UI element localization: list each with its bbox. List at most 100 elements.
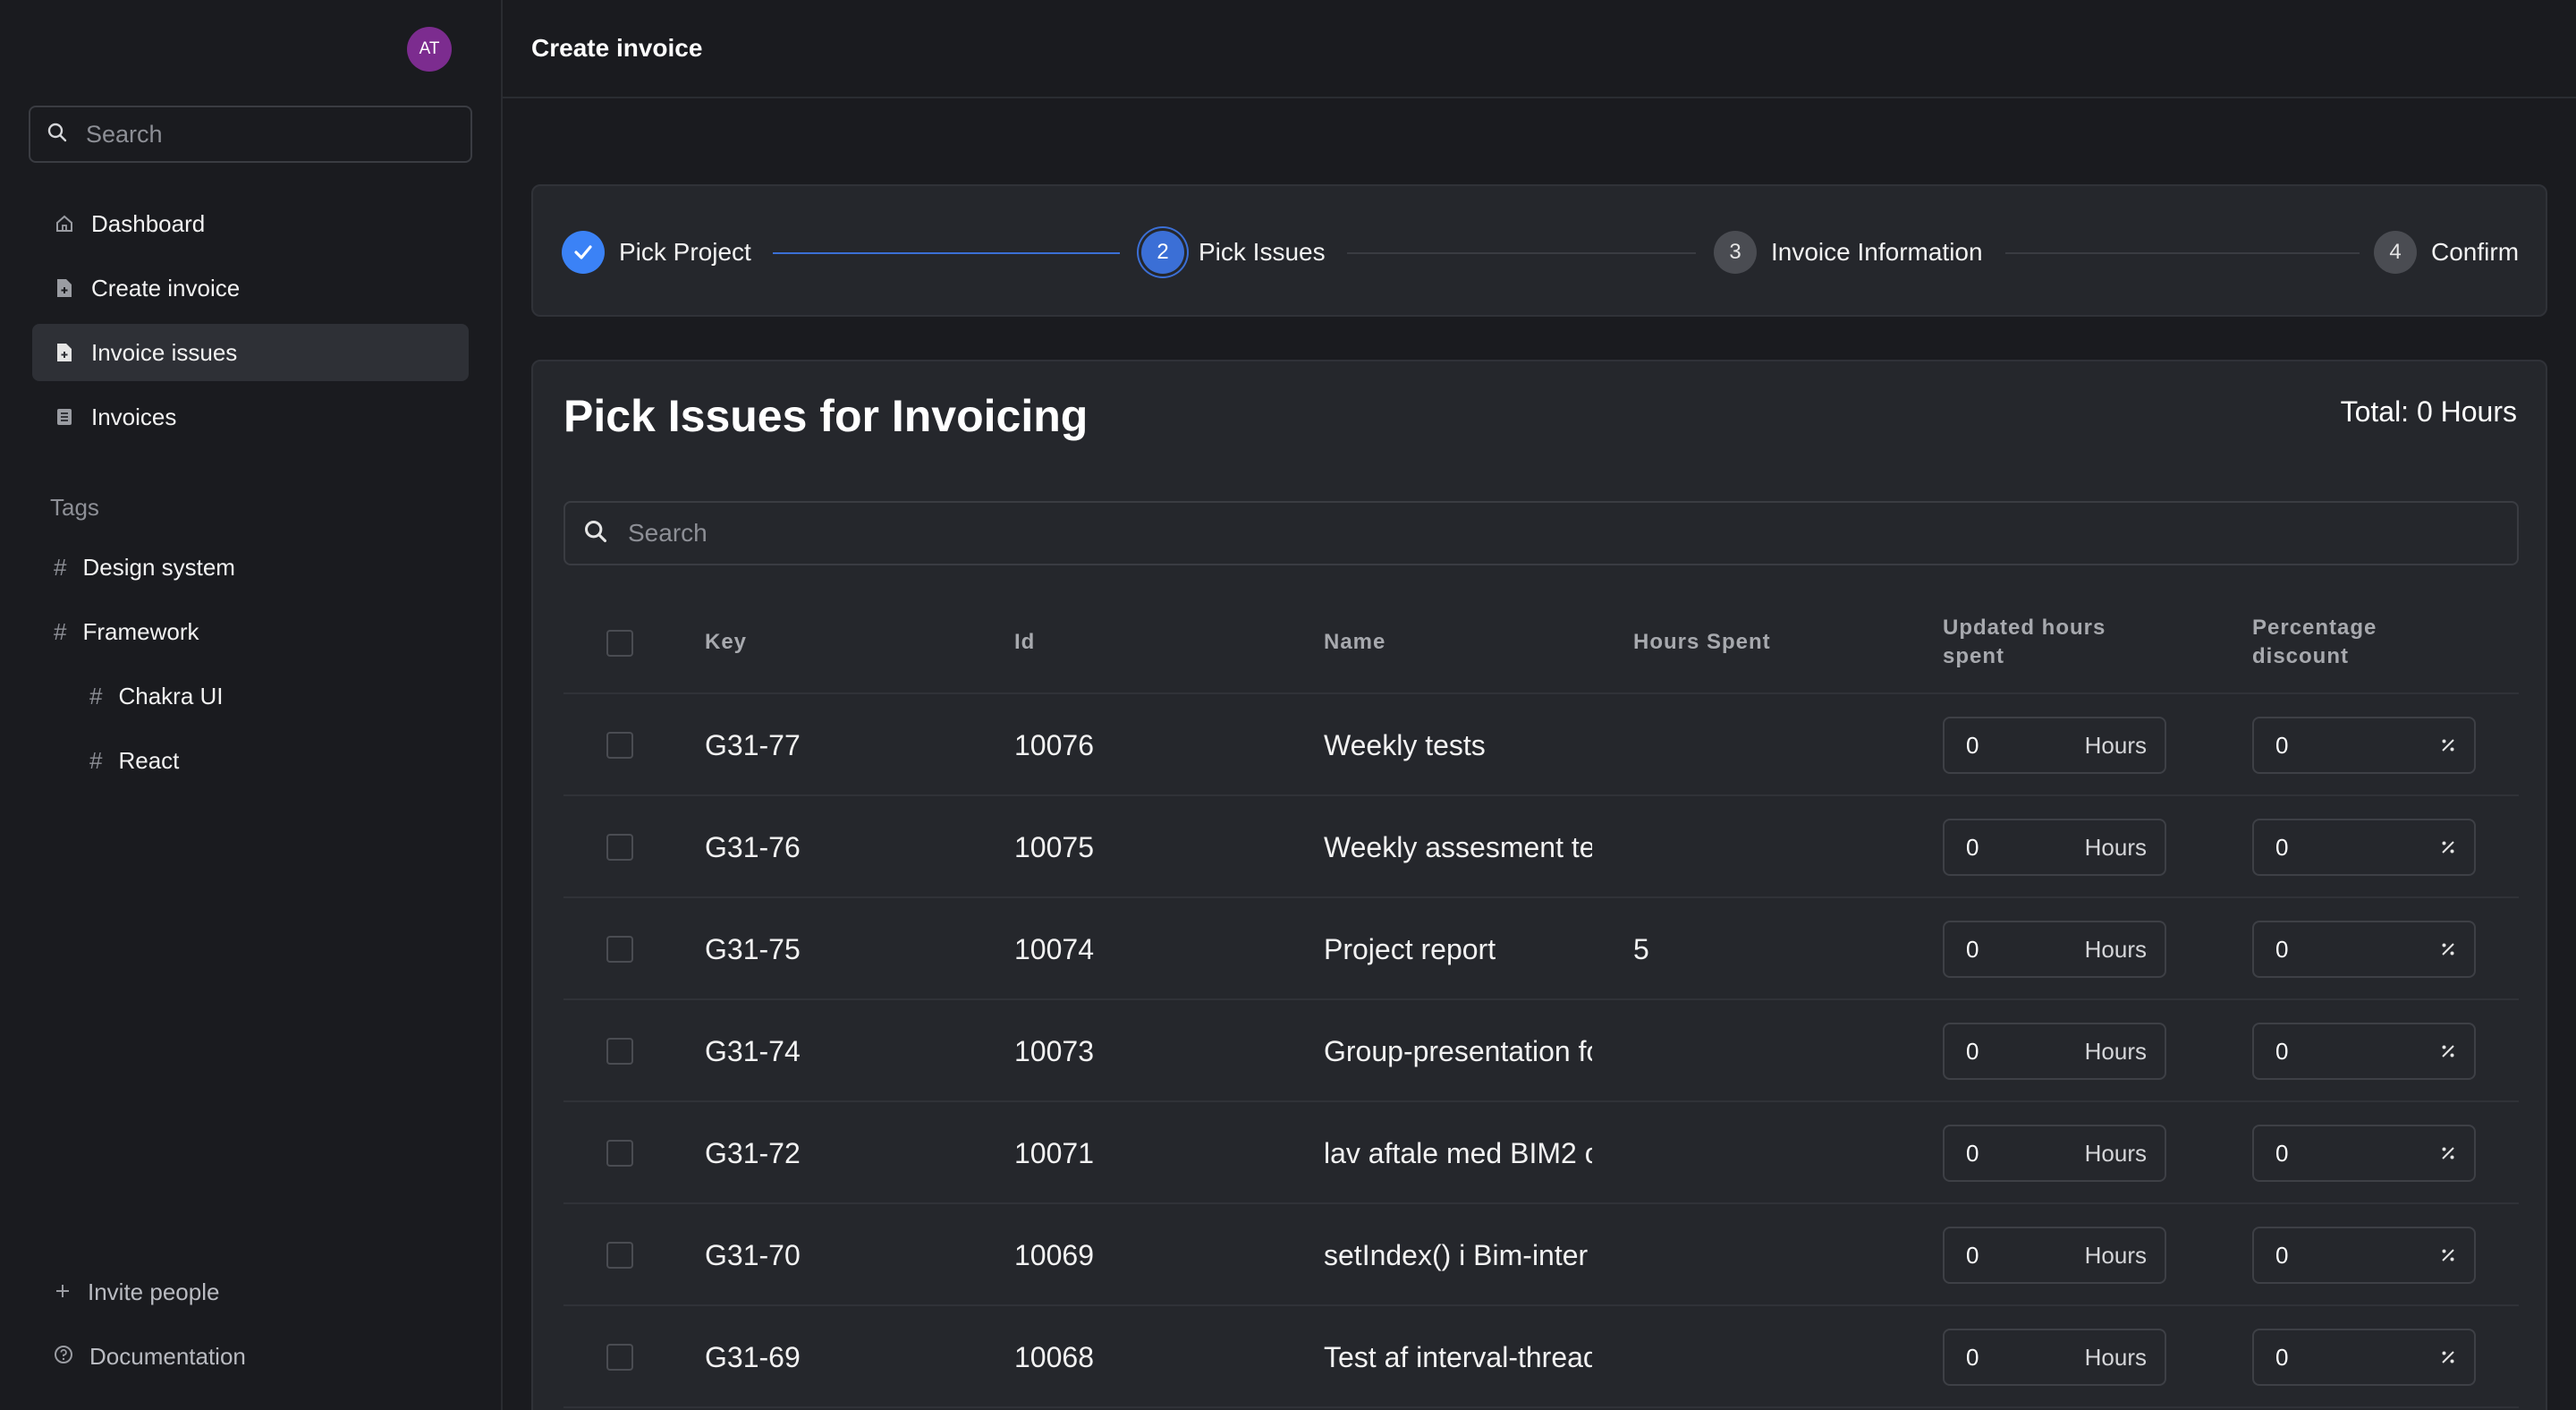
tag-label: Design system <box>82 553 235 581</box>
issues-search-input[interactable]: Search <box>564 501 2519 565</box>
cell-key: G31-69 <box>705 1341 801 1373</box>
header-line: discount <box>2252 644 2349 668</box>
hours-unit: Hours <box>2084 833 2147 861</box>
file-plus-icon <box>54 277 75 299</box>
cell-name: lav aftale med BIM2 o <box>1324 1137 1592 1169</box>
updated-hours-input[interactable]: 0 Hours <box>1943 1227 2166 1284</box>
updated-hours-input[interactable]: 0 Hours <box>1943 921 2166 978</box>
hash-icon: # <box>54 617 67 645</box>
cell-name: Project report <box>1324 933 1496 965</box>
top-header: Create invoice <box>503 0 2576 98</box>
row-divider <box>564 1100 2519 1102</box>
cell-id: 10076 <box>1014 729 1094 761</box>
tag-chakra-ui[interactable]: # Chakra UI <box>89 674 224 718</box>
row-checkbox[interactable] <box>606 1140 633 1167</box>
discount-value: 0 <box>2275 1343 2289 1371</box>
hours-unit: Hours <box>2084 1343 2147 1371</box>
tag-react[interactable]: # React <box>89 738 179 783</box>
stepper: Pick Project 2 Pick Issues 3 Invoice Inf… <box>531 184 2547 317</box>
row-checkbox[interactable] <box>606 1038 633 1065</box>
discount-value: 0 <box>2275 935 2289 963</box>
percentage-discount-input[interactable]: 0 <box>2252 1023 2476 1080</box>
tag-framework[interactable]: # Framework <box>54 609 199 654</box>
percent-icon <box>2440 1242 2456 1270</box>
updated-hours-input[interactable]: 0 Hours <box>1943 1329 2166 1386</box>
total-hours: Total: 0 Hours <box>2340 395 2517 428</box>
column-header-id: Id <box>1014 630 1036 654</box>
nav-item-invoices[interactable]: Invoices <box>32 388 469 446</box>
discount-value: 0 <box>2275 1241 2289 1269</box>
nav-item-dashboard[interactable]: Dashboard <box>32 195 469 252</box>
tag-label: Chakra UI <box>118 682 224 709</box>
sidebar-search[interactable]: Search <box>29 106 472 163</box>
home-icon <box>54 213 75 234</box>
column-header-name: Name <box>1324 630 1386 654</box>
hash-icon: # <box>54 553 67 581</box>
tag-design-system[interactable]: # Design system <box>54 545 235 590</box>
percentage-discount-input[interactable]: 0 <box>2252 1227 2476 1284</box>
updated-hours-value: 0 <box>1966 833 1979 861</box>
hours-unit: Hours <box>2084 1037 2147 1065</box>
updated-hours-input[interactable]: 0 Hours <box>1943 717 2166 774</box>
search-placeholder: Search <box>628 519 708 547</box>
updated-hours-input[interactable]: 0 Hours <box>1943 1023 2166 1080</box>
nav-item-create-invoice[interactable]: Create invoice <box>32 259 469 317</box>
row-checkbox[interactable] <box>606 834 633 861</box>
percentage-discount-input[interactable]: 0 <box>2252 717 2476 774</box>
row-divider <box>564 1202 2519 1204</box>
percentage-discount-input[interactable]: 0 <box>2252 1125 2476 1182</box>
step-pick-project[interactable]: Pick Project <box>562 229 751 276</box>
step-invoice-information[interactable]: 3 Invoice Information <box>1714 229 1983 276</box>
updated-hours-value: 0 <box>1966 731 1979 759</box>
step-number: 2 <box>1141 231 1184 274</box>
percentage-discount-input[interactable]: 0 <box>2252 1329 2476 1386</box>
column-header-updated-hours: Updated hours spent <box>1943 614 2106 671</box>
tag-label: React <box>118 746 180 774</box>
row-divider <box>564 1304 2519 1306</box>
avatar-initials: AT <box>419 39 440 58</box>
invite-people-button[interactable]: Invite people <box>54 1270 219 1314</box>
percent-icon <box>2440 936 2456 964</box>
step-pick-issues[interactable]: 2 Pick Issues <box>1141 229 1326 276</box>
cell-name: setIndex() i Bim-inter <box>1324 1239 1589 1271</box>
tags-heading: Tags <box>50 494 99 521</box>
percent-icon <box>2440 1344 2456 1372</box>
row-checkbox[interactable] <box>606 1242 633 1269</box>
header-line: spent <box>1943 644 2005 668</box>
step-confirm[interactable]: 4 Confirm <box>2374 229 2519 276</box>
search-icon <box>583 519 608 548</box>
row-divider <box>564 1406 2519 1408</box>
step-connector <box>2005 252 2360 254</box>
plus-icon <box>54 1278 72 1306</box>
step-connector <box>773 252 1120 254</box>
step-number: 4 <box>2374 231 2417 274</box>
cell-name: Weekly assesment te <box>1324 831 1592 863</box>
cell-id: 10074 <box>1014 933 1094 965</box>
updated-hours-input[interactable]: 0 Hours <box>1943 819 2166 876</box>
row-divider <box>564 998 2519 1000</box>
percent-icon <box>2440 1140 2456 1168</box>
updated-hours-value: 0 <box>1966 1241 1979 1269</box>
percentage-discount-input[interactable]: 0 <box>2252 921 2476 978</box>
row-checkbox[interactable] <box>606 936 633 963</box>
page-title: Create invoice <box>531 34 703 62</box>
column-header-percentage-discount: Percentage discount <box>2252 614 2377 671</box>
row-checkbox[interactable] <box>606 1344 633 1371</box>
updated-hours-value: 0 <box>1966 935 1979 963</box>
step-label: Pick Issues <box>1199 238 1326 266</box>
documentation-label: Documentation <box>89 1342 246 1370</box>
updated-hours-input[interactable]: 0 Hours <box>1943 1125 2166 1182</box>
cell-name: Group-presentation fo <box>1324 1035 1592 1067</box>
step-connector <box>1347 252 1696 254</box>
nav-item-invoice-issues[interactable]: Invoice issues <box>32 324 469 381</box>
help-circle-icon <box>54 1343 73 1371</box>
cell-key: G31-72 <box>705 1137 801 1169</box>
percent-icon <box>2440 834 2456 862</box>
percentage-discount-input[interactable]: 0 <box>2252 819 2476 876</box>
discount-value: 0 <box>2275 731 2289 759</box>
documentation-link[interactable]: Documentation <box>54 1334 246 1379</box>
row-checkbox[interactable] <box>606 732 633 759</box>
user-avatar[interactable]: AT <box>407 27 452 72</box>
hours-unit: Hours <box>2084 1139 2147 1167</box>
select-all-checkbox[interactable] <box>606 630 633 657</box>
